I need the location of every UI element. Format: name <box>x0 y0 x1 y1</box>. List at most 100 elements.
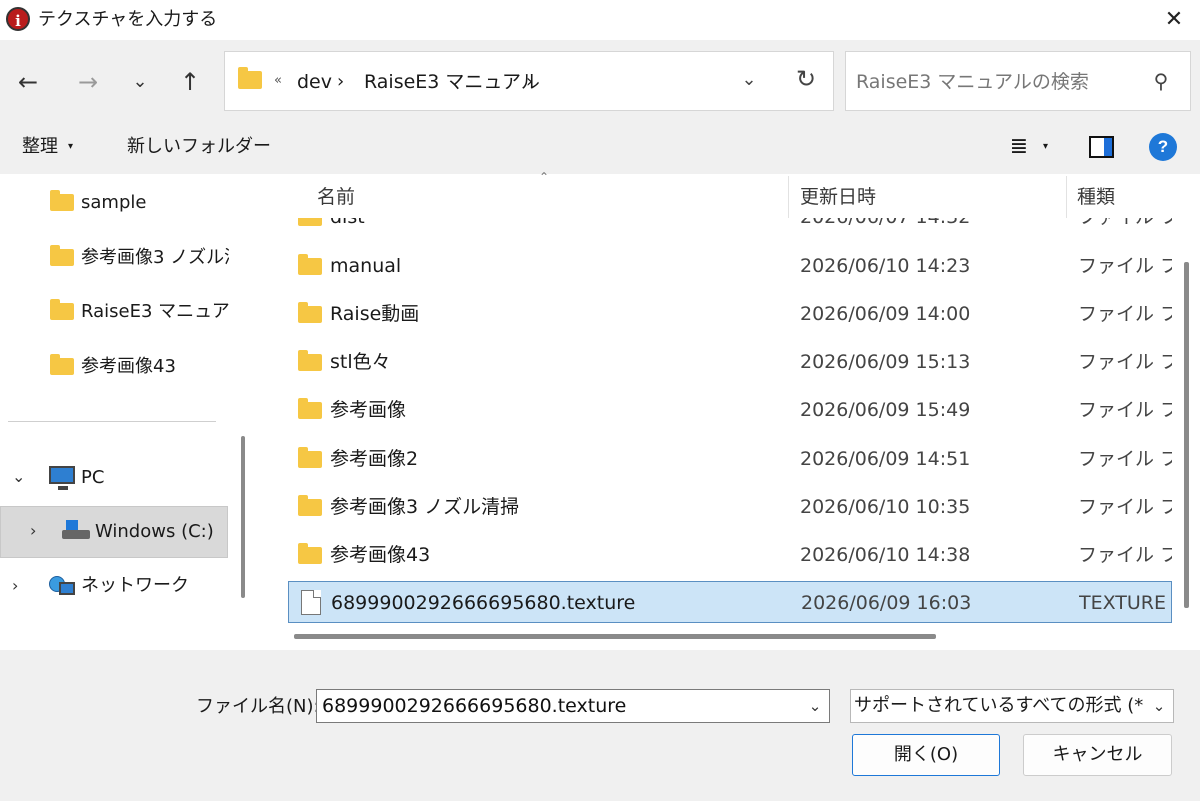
column-header-type[interactable]: 種類 <box>1077 184 1115 210</box>
table-row[interactable]: 参考画像 2026/06/09 15:49 ファイル フォルダー <box>288 389 1172 431</box>
back-arrow-icon[interactable]: ← <box>12 66 44 98</box>
pc-icon <box>49 466 75 490</box>
file-rows: dist 2026/06/07 14:32 ファイル フォルダー manual … <box>258 218 1174 628</box>
collapse-chevron-icon[interactable]: › <box>30 521 36 541</box>
file-type: ファイル フォルダー <box>1078 496 1172 518</box>
caret-down-icon[interactable]: ▾ <box>68 136 73 158</box>
address-dropdown-icon[interactable]: ⌄ <box>737 66 761 94</box>
folder-icon <box>50 245 74 266</box>
file-date: 2026/06/10 14:38 <box>800 544 971 566</box>
folder-icon <box>298 302 322 323</box>
refresh-icon[interactable]: ↻ <box>792 64 820 94</box>
file-date: 2026/06/09 15:49 <box>800 399 971 421</box>
column-separator[interactable] <box>1066 176 1067 218</box>
horizontal-scrollbar[interactable] <box>294 634 936 639</box>
sidebar-item-raise-manual[interactable]: RaiseE3 マニュアル <box>81 299 229 325</box>
file-name: 参考画像3 ノズル清掃 <box>330 496 520 518</box>
folder-icon <box>238 67 262 89</box>
folder-icon <box>298 447 322 468</box>
folder-icon <box>298 543 322 564</box>
breadcrumb-dev[interactable]: dev <box>297 69 332 95</box>
new-folder-button[interactable]: 新しいフォルダー <box>127 134 271 160</box>
filename-input[interactable] <box>316 689 830 723</box>
vertical-scrollbar[interactable] <box>1184 262 1189 608</box>
sidebar-item-ref-image-3[interactable]: 参考画像3 ノズル清掃 <box>81 245 229 271</box>
sidebar-item-ref-image-43[interactable]: 参考画像43 <box>81 354 176 380</box>
filetype-selected-value: サポートされているすべての形式 (*.jpg <box>854 695 1144 716</box>
file-name: stl色々 <box>330 351 391 373</box>
filename-label: ファイル名(N): <box>196 696 320 717</box>
file-name: dist <box>330 218 365 230</box>
file-date: 2026/06/09 16:03 <box>801 592 972 614</box>
recent-locations-chevron-icon[interactable]: ⌄ <box>124 66 156 98</box>
file-name: 6899900292666695680.texture <box>331 592 636 614</box>
table-row[interactable]: Raise動画 2026/06/09 14:00 ファイル フォルダー <box>288 293 1172 335</box>
app-logo-icon: i <box>6 7 30 31</box>
folder-icon <box>298 218 322 226</box>
file-date: 2026/06/09 14:51 <box>800 448 971 470</box>
breadcrumb-separator-icon[interactable]: › <box>526 69 533 95</box>
filename-dropdown-icon[interactable]: ⌄ <box>804 694 826 718</box>
sidebar-divider <box>8 421 216 422</box>
network-icon <box>49 576 75 596</box>
column-header-name[interactable]: 名前 <box>317 184 355 210</box>
file-type: TEXTURE ファイル <box>1079 592 1173 614</box>
preview-pane-icon[interactable] <box>1089 136 1114 158</box>
file-type: ファイル フォルダー <box>1078 544 1172 566</box>
table-row[interactable]: 参考画像3 ノズル清掃 2026/06/10 10:35 ファイル フォルダー <box>288 486 1172 528</box>
folder-icon <box>50 190 74 211</box>
table-row[interactable]: 参考画像2 2026/06/09 14:51 ファイル フォルダー <box>288 438 1172 480</box>
breadcrumb-separator-icon[interactable]: › <box>337 69 344 95</box>
table-row[interactable]: manual 2026/06/10 14:23 ファイル フォルダー <box>288 245 1172 287</box>
help-icon[interactable]: ? <box>1149 133 1177 161</box>
file-type: ファイル フォルダー <box>1078 351 1172 373</box>
folder-icon <box>50 299 74 320</box>
table-row-selected[interactable]: 6899900292666695680.texture 2026/06/09 1… <box>288 581 1173 623</box>
file-type: ファイル フォルダー <box>1078 399 1172 421</box>
file-name: Raise動画 <box>330 303 420 325</box>
window-title: テクスチャを入力する <box>38 9 218 30</box>
sidebar-item-network[interactable]: ネットワーク <box>81 573 189 599</box>
file-type: ファイル フォルダー <box>1078 255 1172 277</box>
file-type: ファイル フォルダー <box>1078 448 1172 470</box>
sidebar-item-windows-label[interactable]: Windows (C:) <box>95 519 214 545</box>
search-icon[interactable]: ⚲ <box>1148 68 1174 94</box>
folder-icon <box>298 495 322 516</box>
search-placeholder: RaiseE3 マニュアルの検索 <box>856 71 1089 93</box>
caret-down-icon[interactable]: ▾ <box>1043 136 1048 158</box>
close-button[interactable]: ✕ <box>1158 4 1190 36</box>
forward-arrow-icon[interactable]: → <box>72 66 104 98</box>
table-row[interactable]: 参考画像43 2026/06/10 14:38 ファイル フォルダー <box>288 534 1172 576</box>
organize-button[interactable]: 整理 <box>22 134 58 160</box>
file-date: 2026/06/09 14:00 <box>800 303 971 325</box>
column-header-date[interactable]: 更新日時 <box>800 184 876 210</box>
table-row[interactable]: stl色々 2026/06/09 15:13 ファイル フォルダー <box>288 341 1172 383</box>
file-date: 2026/06/09 15:13 <box>800 351 971 373</box>
column-separator[interactable] <box>788 176 789 218</box>
file-date: 2026/06/07 14:32 <box>800 218 970 230</box>
file-name: manual <box>330 255 402 277</box>
open-button[interactable]: 開く(O) <box>852 734 1000 776</box>
up-arrow-icon[interactable]: ↑ <box>174 66 206 98</box>
collapse-chevron-icon[interactable]: › <box>12 576 18 596</box>
file-name: 参考画像43 <box>330 544 431 566</box>
file-type: ファイル フォルダー <box>1078 303 1172 325</box>
cancel-button[interactable]: キャンセル <box>1023 734 1172 776</box>
file-date: 2026/06/10 14:23 <box>800 255 971 277</box>
dialog-footer <box>0 650 1200 801</box>
expand-chevron-icon[interactable]: ⌄ <box>12 467 25 487</box>
view-options-icon[interactable]: ≣ <box>1004 134 1034 160</box>
breadcrumb-raise-manual[interactable]: RaiseE3 マニュアル <box>364 69 540 95</box>
sort-ascending-icon: ⌃ <box>539 170 550 184</box>
filetype-dropdown-icon[interactable]: ⌄ <box>1150 694 1168 718</box>
file-date: 2026/06/10 10:35 <box>800 496 971 518</box>
table-row[interactable]: dist 2026/06/07 14:32 ファイル フォルダー <box>288 218 1172 238</box>
sidebar-item-sample[interactable]: sample <box>81 190 146 216</box>
folder-icon <box>298 398 322 419</box>
file-name: 参考画像 <box>330 399 407 421</box>
breadcrumb-overflow-icon[interactable]: « <box>274 69 282 93</box>
folder-icon <box>298 254 322 275</box>
sidebar-scrollbar[interactable] <box>241 436 245 598</box>
sidebar-item-pc[interactable]: PC <box>81 465 104 491</box>
drive-icon <box>62 520 90 540</box>
